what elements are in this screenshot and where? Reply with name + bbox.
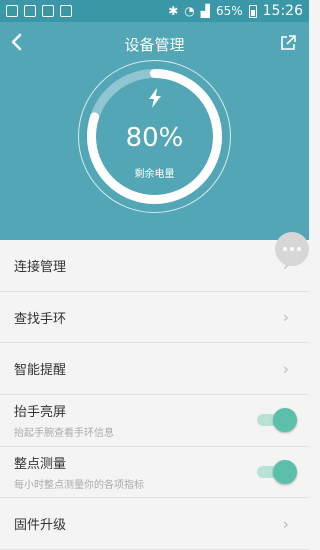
page-title: 设备管理 <box>124 36 185 54</box>
list-item-label: 固件升级 <box>14 518 67 534</box>
notification-icon <box>42 5 54 17</box>
list-item-raise-to-wake: 抬手亮屏 抬起手腕查看手环信息 <box>0 395 309 447</box>
bluetooth-icon: ✱ <box>168 4 179 18</box>
list-item-firmware-update[interactable]: 固件升级 › <box>0 498 309 550</box>
list-item-find-band[interactable]: 查找手环 › <box>0 292 309 344</box>
notification-icons <box>6 5 72 17</box>
list-item-smart-reminder[interactable]: 智能提醒 › <box>0 343 309 396</box>
list-item-subtitle: 抬起手腕查看手环信息 <box>14 428 114 440</box>
notification-icon <box>24 5 36 17</box>
external-link-icon[interactable] <box>279 34 297 52</box>
list-item-label: 整点测量 <box>14 457 67 473</box>
settings-list: 连接管理 › 查找手环 › 智能提醒 › 抬手亮屏 抬起手腕查看手环信息 整点测… <box>0 240 309 550</box>
battery-percent-value: 80% <box>125 122 184 153</box>
chevron-right-icon: › <box>282 514 289 534</box>
raise-to-wake-toggle[interactable] <box>257 408 297 433</box>
header: 设备管理 80% 剩余电量 <box>0 22 309 240</box>
battery-percent: 65% <box>215 4 243 18</box>
list-item-label: 连接管理 <box>14 259 67 275</box>
chevron-right-icon: › <box>282 359 289 379</box>
list-item-label: 查找手环 <box>14 311 67 327</box>
battery-icon <box>248 4 257 18</box>
signal-icon: ▟ <box>200 4 210 18</box>
chevron-right-icon: › <box>282 307 289 327</box>
list-item-hourly-measure: 整点测量 每小时整点测量你的各项指标 <box>0 447 309 499</box>
status-icons: ✱ ◔ ▟ 65% 15:26 <box>168 3 303 19</box>
gauge-center: 80% 剩余电量 <box>77 59 232 214</box>
more-dots-button[interactable] <box>275 232 309 266</box>
lightning-bolt-icon <box>148 87 162 111</box>
clock: 15:26 <box>262 3 303 19</box>
notification-icon <box>6 5 18 17</box>
list-item-label: 智能提醒 <box>14 363 67 379</box>
list-item-connection[interactable]: 连接管理 › <box>0 240 309 292</box>
list-item-subtitle: 每小时整点测量你的各项指标 <box>14 480 144 492</box>
list-item-label: 抬手亮屏 <box>14 405 67 421</box>
hourly-measure-toggle[interactable] <box>257 460 297 485</box>
battery-caption: 剩余电量 <box>134 168 175 180</box>
wifi-icon: ◔ <box>184 4 195 18</box>
notification-icon <box>60 5 72 17</box>
status-bar: ✱ ◔ ▟ 65% 15:26 <box>0 0 309 22</box>
